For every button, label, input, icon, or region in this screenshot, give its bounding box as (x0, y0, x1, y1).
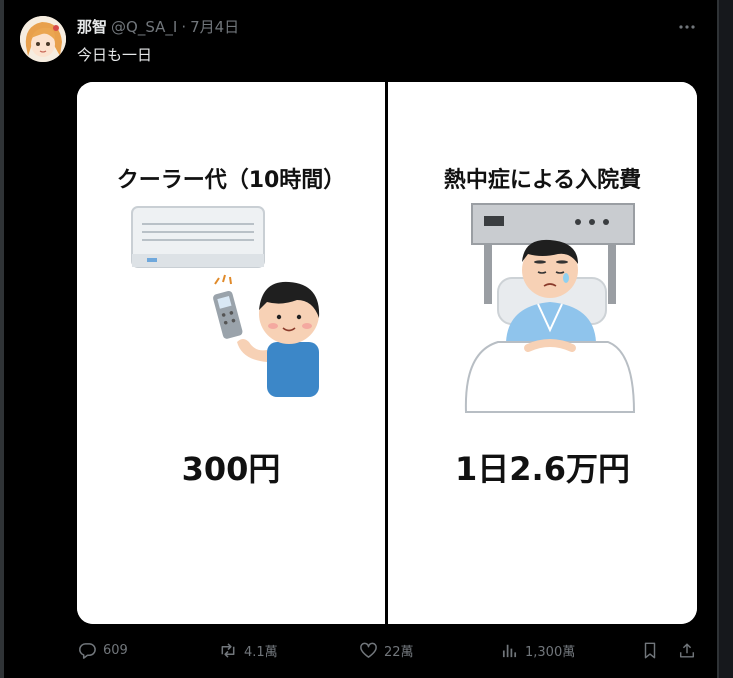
panel-right-price: 1日2.6万円 (455, 450, 630, 488)
media-panel-left: クーラー代（10時間） 300円 (77, 82, 385, 624)
post-text: 今日も一日 (77, 46, 153, 64)
panel-left-title: クーラー代（10時間） (116, 168, 346, 193)
panel-left-price: 300円 (181, 450, 281, 488)
bookmark-button[interactable] (641, 641, 665, 660)
like-button[interactable]: 22萬 (359, 641, 414, 660)
panel-right-title: 熱中症による入院費 (443, 168, 642, 193)
hospital-bed-illustration (464, 203, 636, 413)
repost-button[interactable]: 4.1萬 (218, 641, 278, 660)
share-button[interactable] (678, 641, 702, 660)
frame-right-gutter (719, 0, 733, 678)
post-header: 那智 @Q_SA_I · 7月4日 (77, 16, 239, 37)
share-icon (679, 643, 695, 658)
frame-left-border (0, 0, 4, 678)
more-icon[interactable] (676, 16, 698, 38)
reply-count: 609 (103, 643, 128, 658)
avatar[interactable] (20, 16, 66, 62)
view-count: 1,300萬 (525, 645, 576, 660)
author-handle[interactable]: @Q_SA_I (111, 18, 177, 36)
media-panel-right: 熱中症による入院費 1日2.6万円 (388, 82, 697, 624)
reply-button[interactable]: 609 (78, 641, 128, 660)
post-media[interactable]: クーラー代（10時間） 300円 熱中症による入院費 1日2.6万円 (77, 82, 697, 624)
action-bar: 609 4.1萬 22萬 1,300萬 (0, 641, 733, 663)
air-conditioner-illustration (131, 206, 320, 397)
separator-dot: · (181, 18, 187, 36)
heart-icon (360, 642, 377, 658)
author-name[interactable]: 那智 (77, 16, 107, 37)
repost-count: 4.1萬 (244, 645, 278, 660)
repost-icon (221, 643, 235, 658)
views-icon (502, 644, 517, 658)
like-count: 22萬 (384, 645, 414, 660)
bookmark-icon (644, 642, 656, 659)
post-date[interactable]: 7月4日 (190, 16, 239, 37)
views-button[interactable]: 1,300萬 (500, 641, 575, 660)
reply-icon (79, 643, 96, 659)
